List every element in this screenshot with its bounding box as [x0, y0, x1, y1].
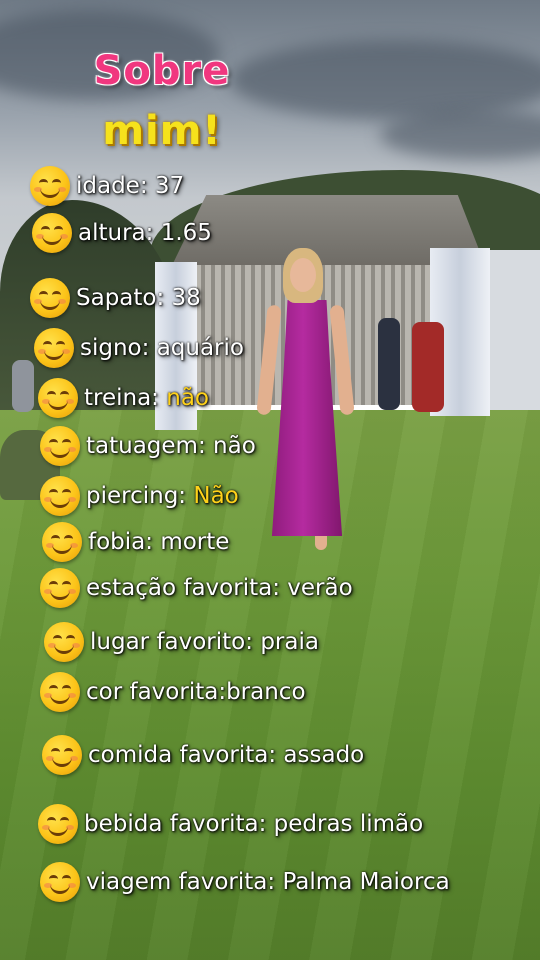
smiling-face-icon	[30, 166, 70, 206]
about-item-value: praia	[260, 629, 319, 655]
about-item-value: Palma Maiorca	[282, 869, 450, 895]
about-item: comida favorita: assado	[42, 733, 364, 777]
about-item-label: idade:	[76, 173, 148, 199]
smiling-face-icon	[42, 522, 82, 562]
about-item-text: fobia: morte	[88, 529, 229, 555]
guest	[378, 318, 400, 410]
woman-face	[290, 258, 316, 292]
about-item-value: Não	[193, 483, 239, 509]
about-item-value: assado	[283, 742, 365, 768]
smiling-face-icon	[32, 213, 72, 253]
smiling-face-icon	[40, 568, 80, 608]
about-item: fobia: morte	[42, 520, 229, 564]
about-item-text: lugar favorito: praia	[90, 629, 319, 655]
about-item-label: Sapato:	[76, 285, 165, 311]
about-item-text: Sapato: 38	[76, 285, 201, 311]
about-item-text: bebida favorita: pedras limão	[84, 811, 423, 837]
about-item-label: comida favorita:	[88, 742, 277, 768]
about-item: estação favorita: verão	[40, 566, 353, 610]
about-item-value: 1.65	[160, 220, 212, 246]
title-line-2: mim!	[102, 108, 222, 154]
about-item: piercing: Não	[40, 474, 239, 518]
about-item-value: não	[166, 385, 209, 411]
smiling-face-icon	[38, 378, 78, 418]
about-item-value: aquário	[156, 335, 244, 361]
about-item-label: tatuagem:	[86, 433, 206, 459]
about-item-value: pedras limão	[273, 811, 424, 837]
about-item: lugar favorito: praia	[44, 620, 319, 664]
about-item-label: bebida favorita:	[84, 811, 267, 837]
about-item-text: viagem favorita: Palma Maiorca	[86, 869, 450, 895]
about-item-value: morte	[160, 529, 230, 555]
about-item-label: fobia:	[88, 529, 154, 555]
about-item: altura: 1.65	[32, 211, 212, 255]
about-item-text: treina: não	[84, 385, 209, 411]
about-item-text: cor favorita:branco	[86, 679, 306, 705]
about-item-text: comida favorita: assado	[88, 742, 364, 768]
about-item: bebida favorita: pedras limão	[38, 802, 423, 846]
about-item-value: verão	[287, 575, 353, 601]
smiling-face-icon	[34, 328, 74, 368]
guest	[412, 322, 444, 412]
about-item-text: estação favorita: verão	[86, 575, 353, 601]
about-item: idade: 37	[30, 164, 184, 208]
about-item-value: não	[213, 433, 256, 459]
about-item-label: altura:	[78, 220, 154, 246]
smiling-face-icon	[40, 862, 80, 902]
about-item: cor favorita:branco	[40, 670, 306, 714]
about-item-value: 38	[171, 285, 201, 311]
smiling-face-icon	[30, 278, 70, 318]
about-item-text: signo: aquário	[80, 335, 244, 361]
about-item-label: viagem favorita:	[86, 869, 276, 895]
about-item-label: treina:	[84, 385, 159, 411]
about-item: viagem favorita: Palma Maiorca	[40, 860, 450, 904]
about-item-text: altura: 1.65	[78, 220, 212, 246]
about-item-value: branco	[226, 679, 306, 705]
cloud	[230, 40, 540, 120]
about-item-label: signo:	[80, 335, 150, 361]
title-line-1: Sobre	[93, 48, 231, 94]
about-item: signo: aquário	[34, 326, 244, 370]
about-item-label: cor favorita:	[86, 679, 227, 705]
smiling-face-icon	[40, 476, 80, 516]
about-item-text: piercing: Não	[86, 483, 239, 509]
about-item-text: tatuagem: não	[86, 433, 256, 459]
about-item: treina: não	[38, 376, 209, 420]
about-item-value: 37	[154, 173, 185, 199]
about-item: tatuagem: não	[40, 424, 256, 468]
about-item-label: estação favorita:	[86, 575, 280, 601]
smiling-face-icon	[38, 804, 78, 844]
guest	[12, 360, 34, 412]
smiling-face-icon	[42, 735, 82, 775]
about-item-label: lugar favorito:	[90, 629, 253, 655]
smiling-face-icon	[40, 672, 80, 712]
about-item: Sapato: 38	[30, 276, 201, 320]
smiling-face-icon	[40, 426, 80, 466]
about-item-text: idade: 37	[76, 173, 184, 199]
smiling-face-icon	[44, 622, 84, 662]
about-item-label: piercing:	[86, 483, 187, 509]
